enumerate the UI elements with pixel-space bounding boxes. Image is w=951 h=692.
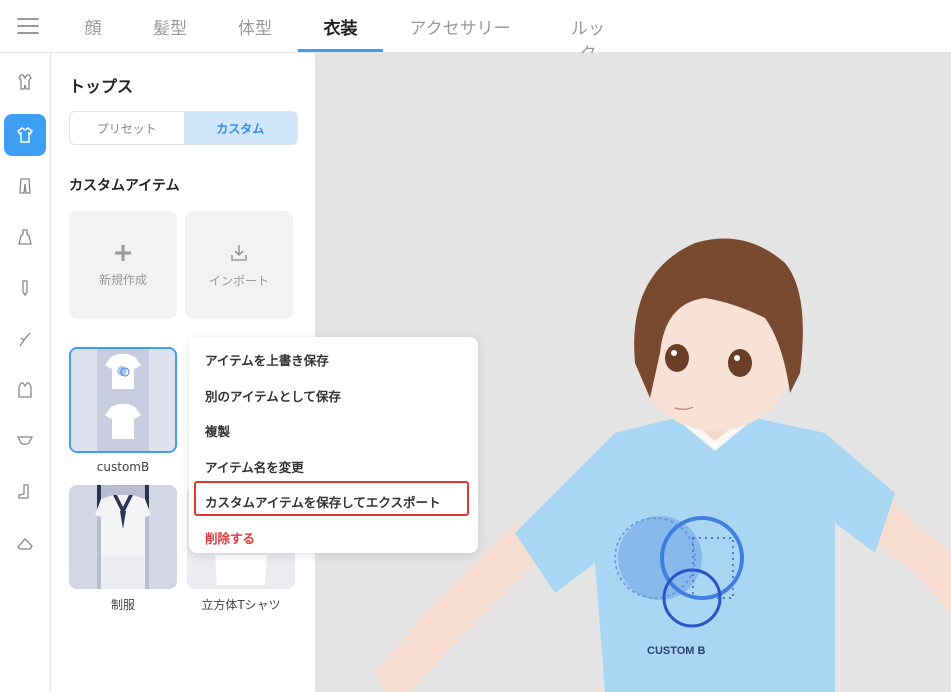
uniform-thumbnail [69, 485, 177, 589]
menu-item-save-and-export[interactable]: カスタムアイテムを保存してエクスポート [205, 492, 441, 511]
plus-icon [115, 244, 131, 261]
menu-item-rename[interactable]: アイテム名を変更 [205, 457, 304, 476]
new-item-button[interactable]: 新規作成 [69, 211, 177, 319]
overall-icon[interactable] [4, 61, 46, 103]
tab-label: アクセサリー [409, 19, 511, 39]
tab-label: 体型 [238, 19, 272, 39]
new-item-label: 新規作成 [98, 272, 147, 287]
item-thumbnail-uniform[interactable] [69, 485, 177, 589]
boots-icon[interactable] [4, 471, 46, 513]
menu-icon[interactable] [17, 18, 39, 34]
tshirt-thumbnail [71, 349, 175, 451]
custom-segment[interactable]: カスタム [183, 112, 297, 144]
category-icon-bar [0, 53, 51, 692]
panel-title: トップス [69, 77, 134, 96]
shoes-icon[interactable] [4, 522, 46, 564]
menu-item-save-as-new[interactable]: 別のアイテムとして保存 [205, 386, 341, 405]
menu-item-delete[interactable]: 削除する [205, 528, 255, 547]
tab-label: 衣装 [323, 19, 358, 39]
preset-custom-toggle: プリセット カスタム [69, 111, 298, 145]
tab-label: 顔 [84, 19, 102, 39]
menu-item-duplicate[interactable]: 複製 [205, 421, 230, 440]
shirt-print-text: CUSTOM B [647, 645, 706, 657]
item-caption: 制服 [110, 598, 135, 612]
outer-icon[interactable] [4, 369, 46, 411]
bottoms-icon[interactable] [4, 165, 46, 207]
tops-icon[interactable] [4, 114, 46, 156]
tab-hairstyle[interactable]: 髪型 [152, 14, 188, 52]
tab-outfit[interactable]: 衣装 [298, 14, 383, 52]
preset-segment[interactable]: プリセット [70, 112, 184, 144]
import-button[interactable]: インポート [185, 211, 293, 319]
item-caption: customB [96, 460, 150, 474]
section-title: カスタムアイテム [69, 178, 180, 194]
tab-label: 髪型 [153, 19, 187, 39]
menu-item-overwrite-save[interactable]: アイテムを上書き保存 [205, 350, 329, 369]
tab-look[interactable]: ルック [563, 14, 613, 64]
underwear-icon[interactable] [4, 420, 46, 462]
onepiece-icon[interactable] [4, 216, 46, 258]
active-tab-underline [298, 49, 383, 52]
item-caption: 立方体Tシャツ [201, 598, 281, 612]
download-icon [231, 244, 247, 261]
tab-accessory[interactable]: アクセサリー [408, 14, 512, 52]
import-label: インポート [208, 273, 269, 288]
gloves-icon[interactable] [4, 318, 46, 360]
tab-face[interactable]: 顔 [82, 14, 104, 52]
top-nav: 顔 髪型 体型 衣装 アクセサリー ルック [0, 0, 951, 64]
item-thumbnail-customB[interactable] [69, 347, 177, 453]
socks-icon[interactable] [4, 267, 46, 309]
tab-body[interactable]: 体型 [237, 14, 273, 52]
item-context-menu: アイテムを上書き保存 別のアイテムとして保存 複製 アイテム名を変更 カスタムア… [189, 337, 478, 553]
